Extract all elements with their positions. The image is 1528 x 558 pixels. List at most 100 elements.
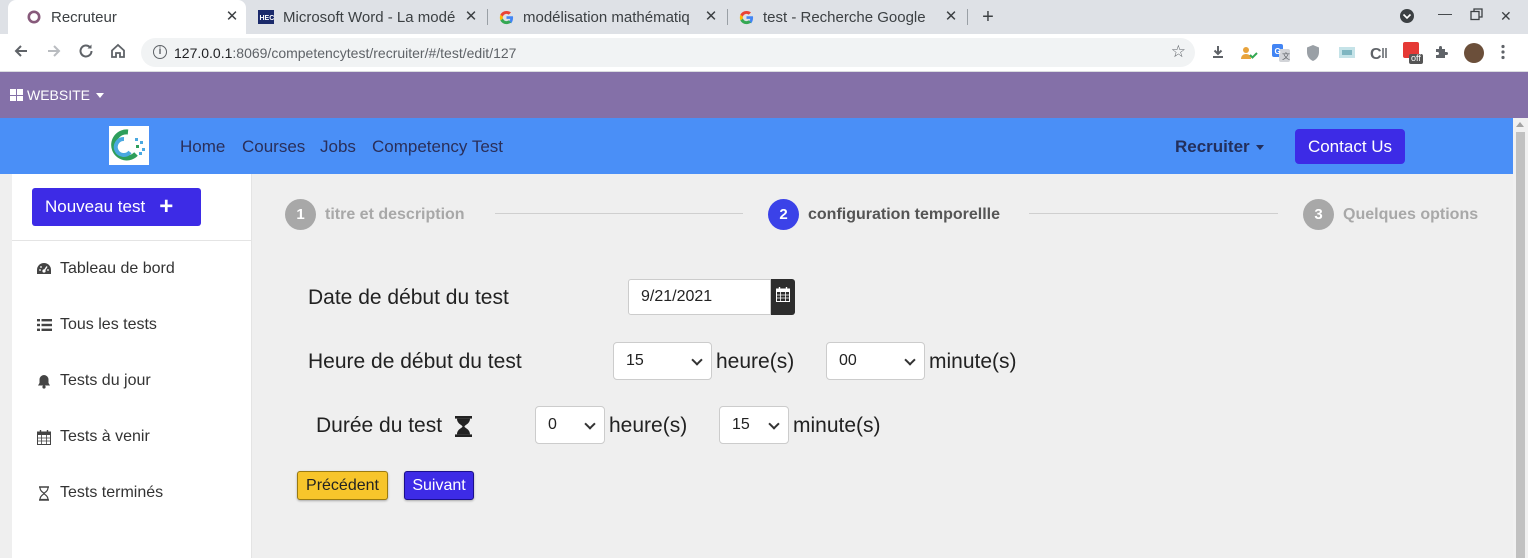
sidebar-item-label: Tests du jour	[60, 372, 151, 389]
company-logo[interactable]	[109, 126, 149, 165]
hourglass-icon	[36, 485, 52, 501]
extensions-puzzle-icon[interactable]	[1434, 44, 1452, 62]
user-menu[interactable]: Recruiter	[1175, 137, 1264, 157]
scrollbar-thumb[interactable]	[1516, 132, 1525, 558]
hec-icon: HEC	[258, 9, 274, 25]
window-close-icon[interactable]: ✕	[1500, 8, 1512, 25]
site-header: Home Courses Jobs Competency Test Recrui…	[0, 118, 1513, 174]
extension-people-icon[interactable]	[1240, 44, 1258, 62]
new-tab-icon[interactable]: +	[978, 7, 998, 27]
address-bar[interactable]: i 127.0.0.1:8069/competencytest/recruite…	[141, 38, 1195, 67]
step-3[interactable]: 3 Quelques options	[1303, 199, 1478, 230]
sidebar-item-upcoming-tests[interactable]: Tests à venir	[36, 428, 150, 446]
calendar-icon	[36, 429, 52, 445]
duration-hour-value: 0	[548, 416, 557, 433]
start-hour-value: 15	[626, 352, 644, 369]
step-label: configuration temporellle	[808, 205, 1001, 223]
extension-off-badge-icon[interactable]: off	[1403, 42, 1423, 64]
chevron-down-icon	[904, 354, 916, 366]
close-icon[interactable]: ✕	[463, 9, 479, 25]
start-date-input[interactable]: 9/21/2021	[628, 279, 771, 315]
browser-tab-modelisation[interactable]: modélisation mathématiq ✕	[480, 0, 725, 34]
close-icon[interactable]: ✕	[943, 9, 959, 25]
sidebar-item-label: Tous les tests	[60, 316, 157, 333]
reload-icon[interactable]	[76, 42, 96, 62]
new-test-button[interactable]: Nouveau test +	[32, 188, 201, 226]
start-minute-unit: minute(s)	[929, 350, 1017, 373]
translate-icon[interactable]: G文	[1272, 44, 1290, 62]
minimize-icon[interactable]: —	[1438, 5, 1452, 21]
browser-tab-recruteur[interactable]: Recruteur ✕	[8, 0, 246, 34]
hourglass-icon	[455, 416, 472, 442]
info-icon[interactable]: i	[153, 45, 167, 59]
odoo-icon	[26, 9, 42, 25]
next-button[interactable]: Suivant	[404, 471, 474, 500]
calendar-picker-button[interactable]	[771, 279, 795, 315]
extension-badge-text: off	[1411, 53, 1421, 63]
page-scrollbar[interactable]	[1513, 118, 1528, 558]
nav-home[interactable]: Home	[180, 137, 225, 157]
step-2[interactable]: 2 configuration temporellle	[768, 199, 1000, 230]
caret-down-icon	[1255, 144, 1264, 150]
browser-tab-word[interactable]: HEC Microsoft Word - La modé ✕	[240, 0, 485, 34]
chevron-down-icon	[768, 418, 780, 430]
duration-hour-select[interactable]: 0	[535, 406, 605, 444]
extension-c-icon[interactable]: C	[1370, 44, 1388, 63]
step-number: 1	[285, 199, 316, 230]
browser-tab-google-search[interactable]: test - Recherche Google ✕	[720, 0, 965, 34]
chevron-down-icon	[691, 354, 703, 366]
calendar-icon	[776, 287, 790, 307]
svg-text:C: C	[1370, 46, 1382, 62]
tab-search-icon[interactable]	[1399, 8, 1415, 27]
close-icon[interactable]: ✕	[703, 9, 719, 25]
tab-title: Microsoft Word - La modé	[283, 8, 456, 26]
sidebar-item-dashboard[interactable]: Tableau de bord	[36, 260, 175, 278]
sidebar-item-label: Tests à venir	[60, 428, 150, 445]
google-icon	[738, 9, 754, 25]
tab-title: test - Recherche Google	[763, 8, 926, 26]
step-1[interactable]: 1 titre et description	[285, 199, 465, 230]
user-menu-label: Recruiter	[1175, 137, 1250, 156]
nav-courses[interactable]: Courses	[242, 137, 305, 157]
website-menu[interactable]: WEBSITE	[10, 87, 105, 103]
svg-text:HEC: HEC	[260, 15, 275, 22]
duration-minute-value: 15	[732, 416, 750, 433]
plus-icon: +	[159, 193, 174, 220]
sidebar-item-finished-tests[interactable]: Tests terminés	[36, 484, 163, 502]
step-label: titre et description	[325, 205, 465, 223]
scroll-up-icon[interactable]	[1516, 122, 1524, 127]
google-icon	[498, 9, 514, 25]
sidebar-item-all-tests[interactable]: Tous les tests	[36, 316, 157, 334]
apps-grid-icon	[10, 89, 23, 101]
start-hour-select[interactable]: 15	[613, 342, 712, 380]
website-admin-bar: WEBSITE	[0, 72, 1528, 118]
start-minute-select[interactable]: 00	[826, 342, 925, 380]
nav-competency-test[interactable]: Competency Test	[372, 137, 503, 157]
sidebar-item-label: Tests terminés	[60, 484, 164, 501]
list-icon	[36, 317, 52, 333]
extension-tile-icon[interactable]	[1338, 44, 1356, 62]
back-icon[interactable]	[11, 42, 31, 62]
forward-icon[interactable]	[44, 42, 64, 62]
bookmark-star-icon[interactable]: ☆	[1171, 42, 1186, 62]
close-icon[interactable]: ✕	[224, 9, 240, 25]
contact-us-button[interactable]: Contact Us	[1295, 129, 1405, 164]
nav-jobs[interactable]: Jobs	[320, 137, 356, 157]
start-date-label: Date de début du test	[308, 286, 509, 309]
sidebar-divider	[12, 240, 252, 241]
step-connector	[495, 213, 743, 214]
browser-tab-strip: Recruteur ✕ HEC Microsoft Word - La modé…	[0, 0, 1528, 34]
download-icon[interactable]	[1210, 44, 1228, 62]
restore-icon[interactable]	[1470, 8, 1483, 24]
sidebar: Nouveau test + Tableau de bord Tous les …	[12, 174, 252, 558]
duration-minute-select[interactable]: 15	[719, 406, 789, 444]
browser-menu-icon[interactable]	[1500, 44, 1518, 62]
shield-icon[interactable]	[1305, 44, 1323, 62]
bell-icon	[36, 373, 52, 389]
duration-minute-unit: minute(s)	[793, 414, 881, 437]
previous-button[interactable]: Précédent	[297, 471, 388, 500]
home-icon[interactable]	[108, 42, 128, 62]
sidebar-item-today-tests[interactable]: Tests du jour	[36, 372, 151, 390]
duration-hour-unit: heure(s)	[609, 414, 688, 437]
profile-avatar[interactable]	[1464, 43, 1484, 63]
